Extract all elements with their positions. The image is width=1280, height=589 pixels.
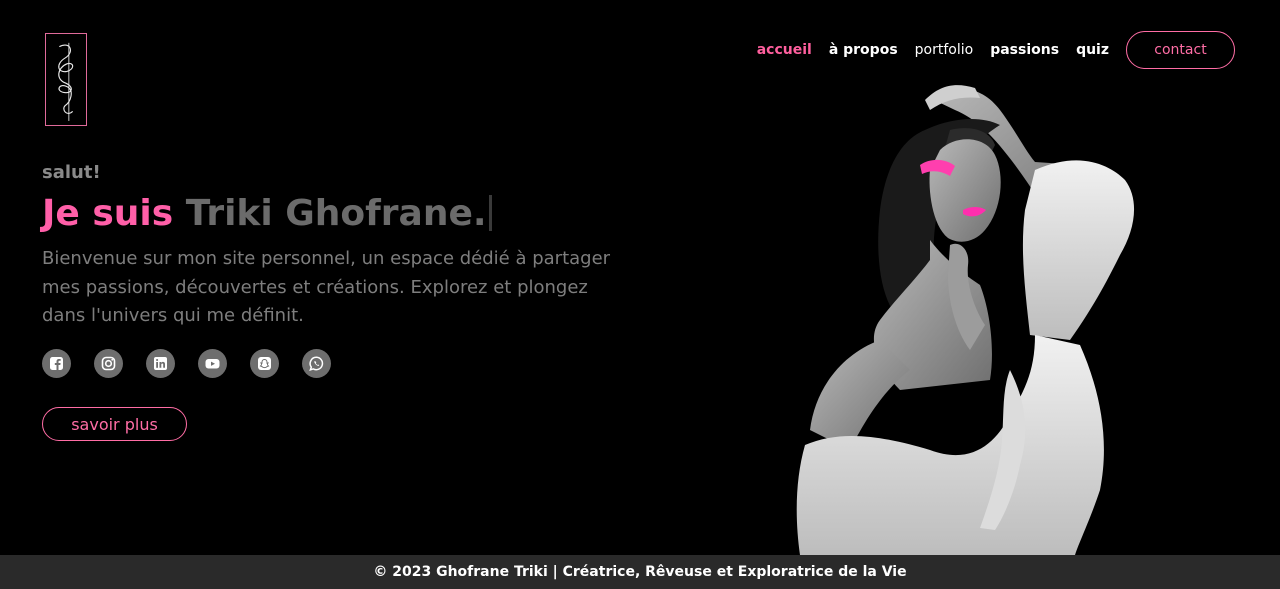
whatsapp-icon <box>309 356 324 371</box>
instagram-icon <box>101 356 116 371</box>
savoir-plus-button[interactable]: savoir plus <box>42 407 187 441</box>
nav-a-propos[interactable]: à propos <box>829 42 898 58</box>
facebook-icon <box>50 357 63 370</box>
youtube-icon <box>205 359 220 369</box>
headline-name: Triki Ghofrane. <box>185 193 487 234</box>
nav-quiz[interactable]: quiz <box>1076 42 1109 58</box>
headline-prefix: Je suis <box>42 193 174 234</box>
typing-caret <box>488 195 492 231</box>
profile-photo <box>796 85 1135 555</box>
nav-accueil[interactable]: accueil <box>757 42 812 58</box>
greeting-text: salut! <box>42 162 101 183</box>
social-links <box>42 349 354 378</box>
nav-passions[interactable]: passions <box>990 42 1059 58</box>
linkedin-link[interactable] <box>146 349 175 378</box>
linkedin-icon <box>154 357 167 370</box>
main-nav: accueil à propos portfolio passions quiz… <box>757 31 1235 69</box>
snapchat-link[interactable] <box>250 349 279 378</box>
nav-portfolio[interactable]: portfolio <box>915 42 974 58</box>
logo-monogram-icon <box>58 42 74 121</box>
site-logo[interactable] <box>45 33 87 126</box>
contact-button[interactable]: contact <box>1126 31 1235 69</box>
site-footer: © 2023 Ghofrane Triki | Créatrice, Rêveu… <box>0 555 1280 589</box>
youtube-link[interactable] <box>198 349 227 378</box>
intro-text: Bienvenue sur mon site personnel, un esp… <box>42 248 611 326</box>
instagram-link[interactable] <box>94 349 123 378</box>
footer-copyright: © 2023 Ghofrane Triki | Créatrice, Rêveu… <box>373 564 907 580</box>
hero-headline: Je suis Triki Ghofrane. <box>42 193 492 234</box>
snapchat-icon <box>258 357 271 370</box>
facebook-link[interactable] <box>42 349 71 378</box>
whatsapp-link[interactable] <box>302 349 331 378</box>
